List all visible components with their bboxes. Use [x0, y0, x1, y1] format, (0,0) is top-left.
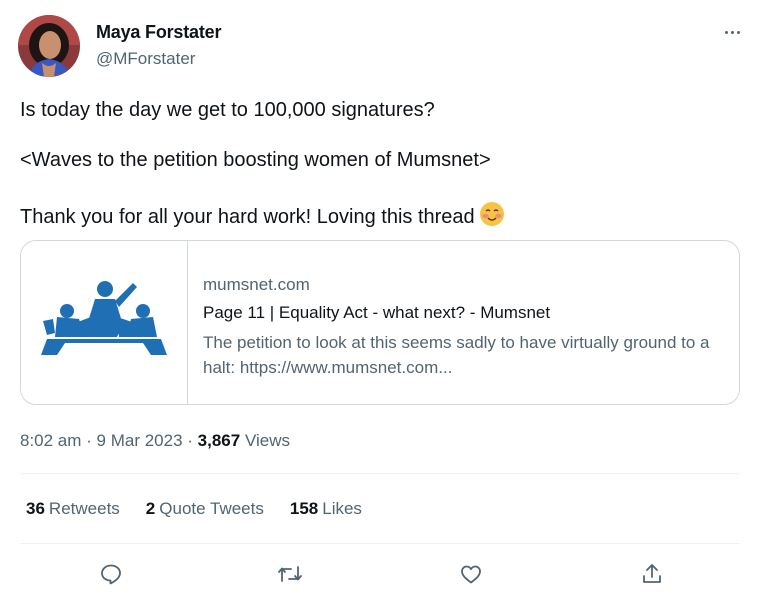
- tweet: Maya Forstater @MForstater Is today the …: [0, 0, 759, 600]
- mumsnet-logo-icon: [21, 241, 188, 404]
- link-preview-card[interactable]: mumsnet.com Page 11 | Equality Act - wha…: [20, 240, 740, 405]
- share-icon: [643, 564, 661, 583]
- retweets-stat[interactable]: 36 Retweets: [26, 499, 120, 519]
- tweet-time[interactable]: 8:02 am: [20, 431, 81, 450]
- card-description: The petition to look at this seems sadly…: [203, 333, 710, 377]
- meta-separator: ·: [81, 431, 97, 450]
- divider: [20, 543, 740, 544]
- reply-button[interactable]: [96, 559, 126, 589]
- retweets-count: 36: [26, 499, 45, 518]
- divider: [20, 473, 740, 474]
- likes-label: Likes: [322, 499, 362, 518]
- views-label: Views: [244, 431, 290, 450]
- tweet-text-line-3: Thank you for all your hard work! Loving…: [20, 201, 505, 233]
- tweet-text-line-3-text: Thank you for all your hard work! Loving…: [20, 206, 475, 228]
- quote-tweets-stat[interactable]: 2 Quote Tweets: [146, 499, 264, 519]
- card-title: Page 11 | Equality Act - what next? - Mu…: [203, 303, 551, 322]
- share-button[interactable]: [637, 559, 667, 589]
- more-options-icon[interactable]: [716, 18, 748, 46]
- reply-icon: [101, 564, 121, 585]
- tweet-text-line-2: <Waves to the petition boosting women of…: [20, 149, 491, 171]
- card-domain: mumsnet.com: [203, 275, 310, 294]
- tweet-meta: 8:02 am · 9 Mar 2023 · 3,867 Views: [20, 431, 290, 451]
- blushing-face-emoji-icon: [479, 201, 505, 233]
- engagement-stats: 36 Retweets 2 Quote Tweets 158 Likes: [26, 499, 388, 519]
- author-name[interactable]: Maya Forstater: [96, 22, 221, 43]
- quote-tweets-count: 2: [145, 499, 156, 518]
- author-handle[interactable]: @MForstater: [96, 49, 195, 69]
- retweets-label: Retweets: [48, 499, 120, 518]
- retweet-button[interactable]: [275, 559, 305, 589]
- like-button[interactable]: [456, 559, 486, 589]
- meta-separator: ·: [182, 431, 198, 450]
- tweet-text-line-1: Is today the day we get to 100,000 signa…: [20, 99, 435, 121]
- like-icon: [461, 565, 481, 584]
- tweet-date[interactable]: 9 Mar 2023: [97, 431, 183, 450]
- views-count: 3,867: [197, 431, 241, 450]
- quote-tweets-label: Quote Tweets: [159, 499, 264, 518]
- likes-count: 158: [289, 499, 319, 518]
- retweet-icon: [278, 566, 302, 582]
- likes-stat[interactable]: 158 Likes: [290, 499, 362, 519]
- avatar[interactable]: [18, 15, 80, 77]
